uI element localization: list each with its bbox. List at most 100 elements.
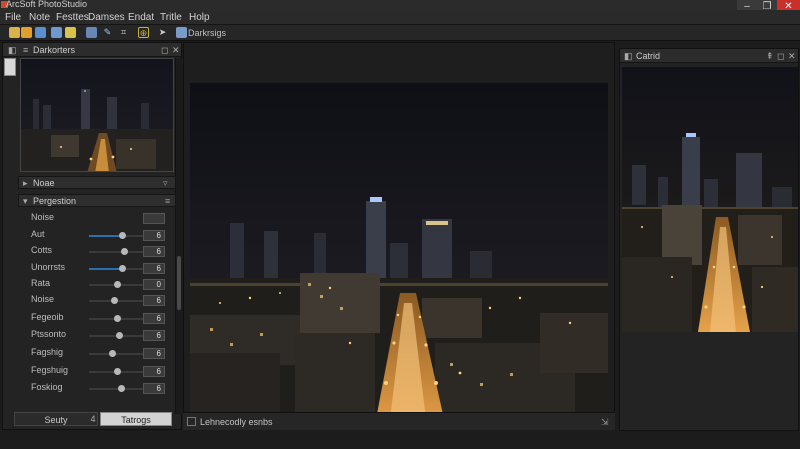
adjustment-row[interactable]: Noise <box>19 212 169 226</box>
float-icon[interactable]: ◻ <box>777 51 784 62</box>
select-icon[interactable]: ⊕ <box>138 27 149 38</box>
title-bar: ArcSoft PhotoStudio – ❐ ✕ <box>0 0 800 14</box>
section-noise-label: Noae <box>33 178 55 188</box>
expand-icon[interactable]: ▸ <box>23 178 28 189</box>
adjustment-row[interactable]: Foskiog 6 <box>19 382 169 396</box>
adjustment-label: Ptssonto <box>31 329 67 339</box>
adjustment-label: Noise <box>31 294 55 304</box>
options-icon[interactable]: ≡ <box>165 196 170 206</box>
adjustment-value[interactable] <box>143 213 165 224</box>
toolbar-path: Darkrsigs <box>188 28 227 38</box>
zoom-icon[interactable] <box>86 27 97 38</box>
slider-knob[interactable] <box>114 368 122 375</box>
adjustment-value[interactable]: 6 <box>143 330 165 341</box>
menu-note[interactable]: Note <box>29 12 50 23</box>
section-noise[interactable]: ▸ Noae ▿ <box>18 176 176 189</box>
side-tab[interactable] <box>4 58 16 76</box>
panel-close-icon[interactable]: ✕ <box>788 51 796 62</box>
menu-bar: File Note Festtes Damses Endat Tritle Ho… <box>0 10 800 25</box>
slider-knob[interactable] <box>109 350 117 357</box>
collapse-icon[interactable]: ≡ <box>23 45 28 55</box>
adjustment-value[interactable]: 6 <box>143 263 165 274</box>
slider-knob[interactable] <box>111 297 119 304</box>
print-icon[interactable] <box>51 27 62 38</box>
adjustment-row[interactable]: Noise 6 <box>19 294 169 308</box>
main-photo[interactable] <box>190 83 608 419</box>
adjustment-value[interactable]: 6 <box>143 366 165 377</box>
thumbnail-cityscape <box>21 59 173 171</box>
effects-icon[interactable] <box>65 27 76 38</box>
adjustment-value[interactable]: 6 <box>143 313 165 324</box>
tab-divider-number: 4 <box>90 414 96 424</box>
adjustment-row[interactable]: Rata 0 <box>19 278 169 292</box>
status-bar: Lehnecodly esnbs ⇲ <box>183 412 615 430</box>
adjustment-label: Aut <box>31 229 45 239</box>
left-panel-title: Darkorters <box>33 45 76 55</box>
section-adjust[interactable]: ▾ Pergestion ≡ <box>18 194 176 207</box>
main-canvas[interactable] <box>183 42 615 430</box>
collapse-arrow-icon[interactable]: ▾ <box>23 196 28 207</box>
new-file-icon[interactable] <box>9 27 20 38</box>
adjustment-label: Fegshuig <box>31 365 69 375</box>
tab-right[interactable]: Tatrogs <box>100 412 172 426</box>
folder-icon <box>176 27 187 38</box>
open-folder-icon[interactable] <box>21 27 32 38</box>
slider-knob[interactable] <box>118 232 126 239</box>
resize-grip-icon[interactable]: ⇲ <box>601 417 609 428</box>
preview-cityscape <box>622 67 798 332</box>
panel-toggle-icon[interactable]: ◧ <box>8 45 17 56</box>
adjustment-label: Foskiog <box>31 382 63 392</box>
menu-festtes[interactable]: Festtes <box>56 12 89 23</box>
adjustment-value[interactable]: 6 <box>143 383 165 394</box>
pointer-icon[interactable]: ➤ <box>157 27 168 38</box>
slider-knob[interactable] <box>114 281 122 288</box>
adjustment-row[interactable]: Fagshig 6 <box>19 347 169 361</box>
adjustment-value[interactable]: 6 <box>143 230 165 241</box>
slider-knob[interactable] <box>114 315 122 322</box>
menu-file[interactable]: File <box>5 12 21 23</box>
left-panel-tabs: Seuty 4 Tatrogs <box>14 412 176 426</box>
preview-photo[interactable] <box>622 67 798 332</box>
left-panel-scrollbar[interactable] <box>175 58 182 414</box>
adjustment-row[interactable]: Unorrsts 6 <box>19 262 169 276</box>
tab-left[interactable]: Seuty <box>14 412 98 426</box>
panel-toggle-icon[interactable]: ◧ <box>624 51 633 62</box>
slider-knob[interactable] <box>115 332 123 339</box>
slider-knob[interactable] <box>118 265 126 272</box>
adjustment-value[interactable]: 6 <box>143 348 165 359</box>
navigator-thumbnail[interactable] <box>20 58 174 172</box>
main-cityscape <box>190 83 608 419</box>
status-text: Lehnecodly esnbs <box>200 417 273 427</box>
adjustment-value[interactable]: 6 <box>143 295 165 306</box>
filter-icon[interactable]: ▿ <box>163 178 168 189</box>
right-panel-title: Catrid <box>636 51 661 61</box>
adjustment-value[interactable]: 0 <box>143 279 165 290</box>
slider-knob[interactable] <box>117 385 125 392</box>
menu-tritle[interactable]: Tritle <box>160 12 182 23</box>
adjustment-row[interactable]: Fegeoib 6 <box>19 312 169 326</box>
adjustment-row[interactable]: Ptssonto 6 <box>19 329 169 343</box>
slider-fill <box>89 268 123 270</box>
menu-damses[interactable]: Damses <box>88 12 125 23</box>
adjustment-row[interactable]: Aut 6 <box>19 229 169 243</box>
status-icon <box>187 417 196 426</box>
adjustment-label: Noise <box>31 212 55 222</box>
section-adjust-label: Pergestion <box>33 196 77 206</box>
brush-icon[interactable]: ✎ <box>102 27 113 38</box>
menu-endat[interactable]: Endat <box>128 12 154 23</box>
scroll-thumb[interactable] <box>177 256 181 310</box>
save-icon[interactable] <box>35 27 46 38</box>
adjustment-label: Cotts <box>31 245 53 255</box>
slider-knob[interactable] <box>120 248 128 255</box>
float-icon[interactable]: ◻ <box>161 45 168 56</box>
slider-fill <box>89 235 123 237</box>
pin-icon[interactable]: ⇞ <box>766 51 774 62</box>
adjustment-row[interactable]: Cotts 6 <box>19 245 169 259</box>
adjustment-value[interactable]: 6 <box>143 246 165 257</box>
app-title: ArcSoft PhotoStudio <box>6 0 88 9</box>
menu-holp[interactable]: Holp <box>189 12 210 23</box>
panel-close-icon[interactable]: ✕ <box>172 45 180 56</box>
toolbar: ✎ ⌗ ⊕ ➤ Darkrsigs <box>0 25 800 41</box>
adjustment-row[interactable]: Fegshuig 6 <box>19 365 169 379</box>
crop-icon[interactable]: ⌗ <box>118 27 129 38</box>
